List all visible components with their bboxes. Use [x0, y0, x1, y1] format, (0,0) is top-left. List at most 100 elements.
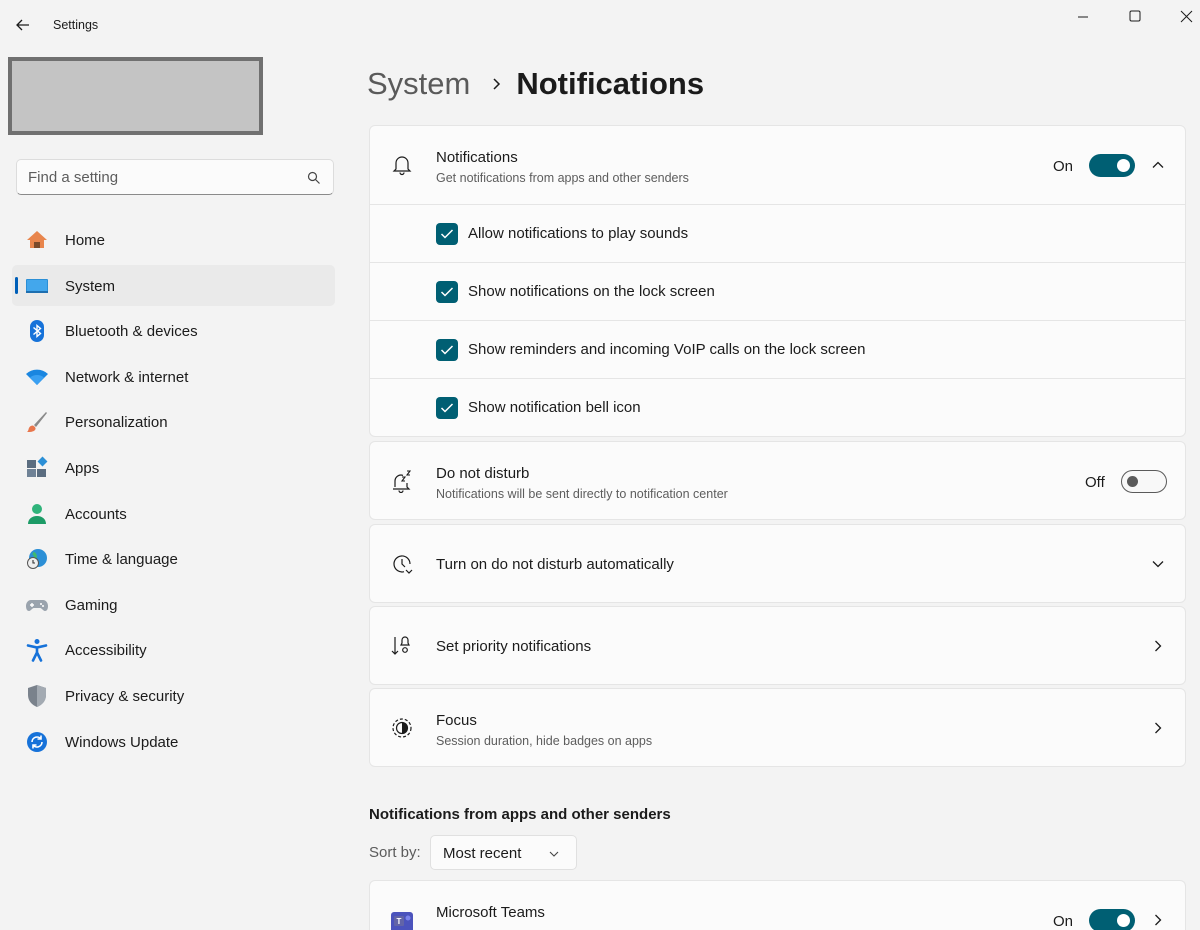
chevron-down-icon[interactable]: [1151, 557, 1165, 571]
search-input[interactable]: [17, 160, 333, 194]
clock-icon: [393, 555, 413, 574]
sidebar-item-label: Accounts: [65, 505, 127, 523]
title-bar: Settings: [0, 0, 1200, 50]
sounds-checkbox[interactable]: [436, 223, 458, 245]
bell-icon: [392, 156, 412, 176]
focus-card[interactable]: Focus Session duration, hide badges on a…: [369, 688, 1186, 767]
search-icon[interactable]: [307, 171, 321, 185]
bell-snooze-icon: [393, 470, 412, 493]
checkmark-icon: [440, 287, 454, 297]
app-state-label: On: [1053, 913, 1074, 930]
chevron-right-icon[interactable]: [1151, 913, 1165, 927]
sidebar-item-accounts[interactable]: Accounts: [12, 493, 335, 534]
globe-clock-icon: [27, 549, 47, 570]
sidebar-item-gaming[interactable]: Gaming: [12, 584, 335, 625]
sidebar-item-label: Network & internet: [65, 368, 189, 386]
search-box[interactable]: [16, 159, 334, 195]
option-label: Allow notifications to play sounds: [468, 225, 689, 242]
sort-label: Sort by:: [369, 844, 421, 861]
active-indicator: [15, 276, 18, 294]
apps-icon: [27, 456, 48, 477]
notifications-description: Get notifications from apps and other se…: [436, 171, 689, 185]
sidebar-item-personalization[interactable]: Personalization: [12, 401, 335, 442]
focus-title: Focus: [436, 712, 477, 729]
sidebar-item-label: Gaming: [65, 596, 118, 614]
system-icon: [26, 278, 48, 293]
dnd-title: Do not disturb: [436, 465, 530, 482]
priority-icon: [391, 636, 410, 655]
shield-icon: [28, 684, 46, 707]
option-row-lock-screen: Show notifications on the lock screen: [370, 262, 1185, 320]
checkmark-icon: [440, 403, 454, 413]
svg-text:T: T: [397, 917, 402, 926]
sidebar-item-label: Time & language: [65, 551, 178, 569]
sidebar-item-network[interactable]: Network & internet: [12, 356, 335, 397]
dnd-card: Do not disturb Notifications will be sen…: [369, 441, 1186, 520]
chevron-right-icon[interactable]: [1151, 639, 1165, 653]
checkmark-icon: [440, 345, 454, 355]
account-avatar-placeholder[interactable]: [8, 57, 263, 135]
sidebar-item-accessibility[interactable]: Accessibility: [12, 629, 335, 670]
sidebar-item-label: Privacy & security: [65, 687, 185, 705]
option-label: Show notification bell icon: [468, 399, 641, 416]
checkmark-icon: [440, 229, 454, 239]
breadcrumb: System Notifications: [367, 62, 704, 106]
sidebar-item-label: System: [65, 277, 116, 295]
option-row-bell-icon: Show notification bell icon: [370, 378, 1185, 436]
controller-icon: [26, 599, 48, 611]
sidebar-nav: Home System Bluetooth & devices Network …: [12, 219, 335, 766]
focus-description: Session duration, hide badges on apps: [436, 734, 653, 748]
brush-icon: [27, 412, 47, 433]
sidebar-item-label: Accessibility: [65, 642, 147, 660]
auto-dnd-title: Turn on do not disturb automatically: [436, 556, 674, 573]
dnd-toggle[interactable]: [1121, 470, 1167, 493]
lock-screen-checkbox[interactable]: [436, 281, 458, 303]
back-arrow-icon[interactable]: [12, 14, 34, 36]
person-icon: [28, 503, 46, 524]
dnd-description: Notifications will be sent directly to n…: [436, 487, 728, 501]
notifications-state-label: On: [1053, 158, 1074, 175]
auto-dnd-card[interactable]: Turn on do not disturb automatically: [369, 524, 1186, 603]
chevron-up-icon[interactable]: [1151, 158, 1165, 172]
sidebar-item-label: Personalization: [65, 414, 168, 432]
sidebar-item-home[interactable]: Home: [12, 219, 335, 260]
chevron-right-icon: [493, 78, 501, 90]
option-label: Show notifications on the lock screen: [468, 283, 715, 300]
option-row-sounds: Allow notifications to play sounds: [370, 204, 1185, 262]
app-row-teams[interactable]: T Microsoft Teams On: [369, 880, 1186, 930]
maximize-icon[interactable]: [1121, 6, 1149, 28]
update-icon: [27, 731, 47, 752]
voip-checkbox[interactable]: [436, 339, 458, 361]
focus-icon: [392, 718, 412, 738]
priority-card[interactable]: Set priority notifications: [369, 606, 1186, 685]
teams-icon: T: [391, 912, 413, 930]
sidebar-item-bluetooth[interactable]: Bluetooth & devices: [12, 310, 335, 351]
wifi-icon: [26, 369, 48, 385]
sidebar-item-label: Home: [65, 232, 106, 249]
notifications-card: Notifications Get notifications from app…: [369, 125, 1186, 437]
app-title: Settings: [53, 18, 99, 32]
sidebar-item-privacy[interactable]: Privacy & security: [12, 675, 335, 716]
bell-icon-checkbox[interactable]: [436, 397, 458, 419]
bluetooth-icon: [30, 320, 44, 343]
sidebar-item-windows-update[interactable]: Windows Update: [12, 721, 335, 762]
sidebar-item-label: Apps: [65, 459, 100, 477]
sidebar-item-apps[interactable]: Apps: [12, 447, 335, 488]
app-name: Microsoft Teams: [436, 904, 545, 921]
notifications-toggle[interactable]: [1089, 154, 1135, 177]
sidebar-item-label: Bluetooth & devices: [65, 323, 198, 341]
minimize-icon[interactable]: [1070, 6, 1098, 28]
page-title: Notifications: [516, 66, 705, 101]
sidebar-item-time-language[interactable]: Time & language: [12, 538, 335, 579]
dnd-state-label: Off: [1085, 474, 1105, 491]
option-label: Show reminders and incoming VoIP calls o…: [468, 341, 866, 358]
notifications-header[interactable]: Notifications Get notifications from app…: [370, 126, 1185, 204]
option-row-voip: Show reminders and incoming VoIP calls o…: [370, 320, 1185, 378]
close-icon[interactable]: [1172, 6, 1200, 28]
sort-dropdown[interactable]: Most recent: [430, 835, 577, 870]
breadcrumb-parent[interactable]: System: [367, 66, 470, 102]
sidebar-item-system[interactable]: System: [12, 264, 335, 306]
home-icon: [27, 231, 47, 248]
chevron-right-icon[interactable]: [1151, 721, 1165, 735]
teams-toggle[interactable]: [1089, 909, 1135, 930]
